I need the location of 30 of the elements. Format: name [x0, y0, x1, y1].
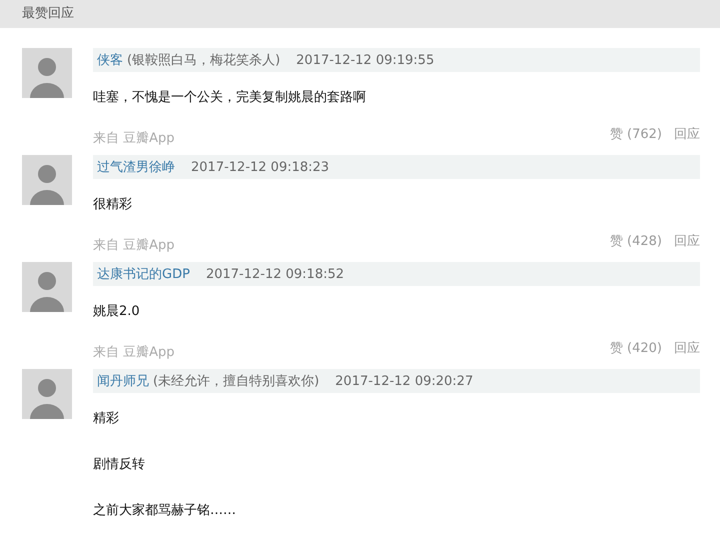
comment-time: 2017-12-12 09:19:55	[296, 52, 434, 68]
comment-text: 精彩	[93, 410, 120, 428]
reply-link[interactable]: 回应	[674, 125, 700, 143]
comment-time: 2017-12-12 09:20:27	[335, 374, 474, 388]
author-link[interactable]: 达康书记的GDP	[97, 265, 190, 283]
avatar-icon[interactable]	[22, 369, 72, 419]
reply-link[interactable]: 回应	[674, 339, 700, 357]
author-link[interactable]: 过气渣男徐峥	[97, 158, 175, 176]
comment-source: 来自 豆瓣App	[93, 344, 175, 361]
like-link[interactable]: 赞 (428)	[610, 232, 662, 250]
comment-text: 姚晨2.0	[93, 303, 141, 321]
comment-text: 之前大家都骂赫子铭……	[93, 502, 237, 520]
comment-time: 2017-12-12 09:18:23	[191, 160, 330, 174]
like-link[interactable]: 赞 (762)	[610, 125, 662, 143]
avatar-icon[interactable]	[22, 48, 72, 98]
avatar-icon[interactable]	[22, 155, 72, 205]
comment-source: 来自 豆瓣App	[93, 237, 175, 254]
user-signature: (银鞍照白马，梅花笑杀人)	[127, 52, 280, 69]
avatar-icon[interactable]	[22, 262, 72, 312]
author-link[interactable]: 侠客	[97, 51, 123, 69]
comment-text: 剧情反转	[93, 456, 146, 474]
user-signature: (未经允许，擅自特别喜欢你)	[153, 373, 320, 390]
section-title: 最赞回应	[22, 6, 74, 21]
reply-link[interactable]: 回应	[674, 232, 700, 250]
comment-time: 2017-12-12 09:18:52	[206, 266, 344, 282]
comment-text: 很精彩	[93, 196, 133, 214]
comment-text: 哇塞，不愧是一个公关，完美复制姚晨的套路啊	[93, 89, 367, 107]
author-link[interactable]: 闻丹师兄	[97, 372, 149, 390]
like-link[interactable]: 赞 (420)	[610, 339, 662, 357]
comment-source: 来自 豆瓣App	[93, 130, 175, 147]
